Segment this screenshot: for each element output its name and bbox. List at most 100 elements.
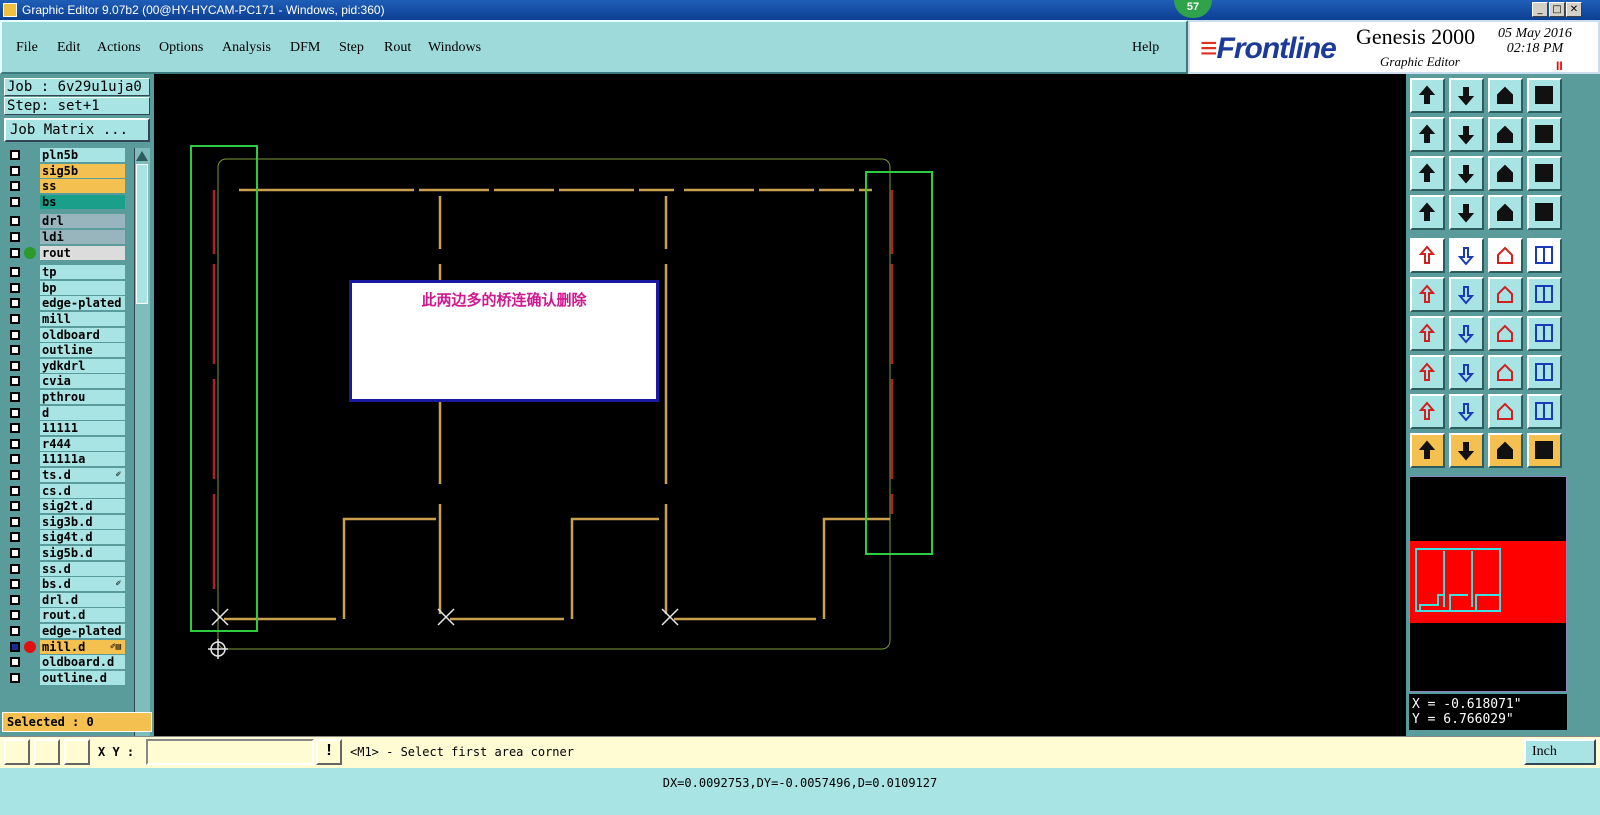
close-button[interactable]: ✕ (1566, 2, 1582, 17)
layer-name[interactable]: mill (40, 312, 125, 326)
menu-dfm[interactable]: DFM (290, 40, 320, 56)
layer-checkbox[interactable] (10, 282, 20, 293)
layer-toggle-icon[interactable] (1527, 195, 1562, 230)
scale-icon[interactable] (1488, 156, 1523, 191)
layer-name[interactable]: d (40, 405, 125, 420)
layer-row[interactable]: drl (4, 214, 128, 229)
layer-name[interactable]: edge-plated (40, 624, 125, 638)
layer-scrollbar[interactable] (134, 148, 150, 778)
menu-file[interactable]: File (16, 40, 38, 56)
grid-icon[interactable] (1449, 195, 1484, 230)
copy-icon[interactable] (1410, 355, 1445, 390)
layer-checkbox[interactable] (10, 360, 20, 371)
cross-icon[interactable] (1449, 277, 1484, 312)
pause-icon[interactable]: II (1556, 59, 1563, 73)
layer-row[interactable]: cvia (4, 374, 128, 389)
arc-icon[interactable] (1410, 394, 1445, 429)
home-icon[interactable] (1488, 78, 1523, 113)
layer-row[interactable]: ss.d (4, 561, 128, 576)
layer-name[interactable]: ts.d ✐ (40, 468, 125, 482)
layer-name[interactable]: bs.d ✐ (40, 577, 125, 592)
help-icon[interactable] (1527, 156, 1562, 191)
layer-name[interactable]: rout.d (40, 608, 125, 623)
layer-row[interactable]: pthrou (4, 390, 128, 404)
add-pad-icon[interactable] (1410, 238, 1445, 273)
fit-icon[interactable] (1410, 156, 1445, 191)
layer-row[interactable]: drl.d (4, 592, 128, 607)
layer-name[interactable]: sig5b.d (40, 546, 125, 560)
layer-checkbox[interactable] (10, 454, 20, 465)
select-path-icon[interactable] (1527, 433, 1562, 468)
layer-name[interactable]: outline.d (40, 670, 125, 685)
layer-checkbox[interactable] (10, 247, 20, 258)
layer-checkbox[interactable] (10, 298, 20, 309)
layer-name[interactable]: pln5b (40, 148, 125, 162)
layer-row[interactable]: oldboard (4, 327, 128, 342)
layer-checkbox[interactable] (10, 407, 20, 418)
group-icon[interactable] (1527, 355, 1562, 390)
layer-name[interactable]: 11111 (40, 421, 125, 436)
snap-icon[interactable] (4, 739, 30, 765)
layer-checkbox[interactable] (10, 314, 20, 324)
layer-name[interactable]: edge-plated (40, 296, 125, 311)
layer-name[interactable]: ydkdrl (40, 358, 125, 373)
layer-row[interactable]: sig5b.d (4, 546, 128, 560)
layer-row[interactable]: bs.d ✐ (4, 577, 128, 592)
layer-row[interactable]: r444 (4, 436, 128, 451)
layer-checkbox[interactable] (10, 216, 20, 227)
menu-rout[interactable]: Rout (384, 40, 411, 56)
layer-checkbox[interactable] (10, 579, 20, 590)
layer-name[interactable]: ss (40, 179, 125, 194)
layer-row[interactable]: sig5b (4, 163, 128, 178)
layer-checkbox[interactable] (10, 610, 20, 621)
layer-row[interactable]: rout.d (4, 608, 128, 623)
select-area-icon[interactable] (1449, 433, 1484, 468)
layer-row[interactable]: edge-plated (4, 624, 128, 638)
layer-checkbox[interactable] (10, 181, 20, 192)
line-split-icon[interactable] (1449, 316, 1484, 351)
layer-checkbox[interactable] (10, 548, 20, 558)
layer-row[interactable]: sig2t.d (4, 499, 128, 514)
line-edit-icon[interactable] (1410, 316, 1445, 351)
maximize-button[interactable]: □ (1549, 2, 1565, 17)
layer-row[interactable]: ss (4, 179, 128, 194)
layer-name[interactable]: ss.d (40, 561, 125, 576)
layer-name[interactable]: sig3b.d (40, 514, 125, 529)
layer-row[interactable]: mill (4, 312, 128, 326)
layer-checkbox[interactable] (10, 641, 20, 652)
layer-name[interactable]: drl.d (40, 592, 125, 607)
menu-analysis[interactable]: Analysis (222, 40, 271, 56)
layer-name[interactable]: sig5b (40, 163, 125, 178)
move-up-icon[interactable] (1410, 78, 1445, 113)
layer-checkbox[interactable] (10, 672, 20, 683)
grid-snap-icon[interactable] (64, 739, 90, 765)
feature-add-icon[interactable] (1488, 277, 1523, 312)
measure-icon[interactable] (1410, 195, 1445, 230)
angle-icon[interactable] (34, 739, 60, 765)
connect-icon[interactable] (1410, 277, 1445, 312)
layer-checkbox[interactable] (10, 376, 20, 387)
unit-select[interactable]: Inch (1524, 739, 1596, 765)
layer-row[interactable]: d (4, 405, 128, 420)
layer-name[interactable]: rout (40, 245, 125, 260)
layer-row[interactable]: 11111a (4, 452, 128, 467)
layer-row[interactable]: outline (4, 343, 128, 358)
zoom-fit-icon[interactable] (1449, 156, 1484, 191)
graphic-canvas[interactable]: 此两边多的桥连确认删除 (154, 74, 1406, 736)
layer-checkbox[interactable] (10, 485, 20, 496)
add-circle-icon[interactable] (1527, 238, 1562, 273)
layer-row[interactable]: mill.d ✐▤ (4, 639, 128, 654)
layer-row[interactable]: pln5b (4, 148, 128, 162)
redraw-icon[interactable] (1527, 117, 1562, 152)
arc-ccw-icon[interactable] (1527, 394, 1562, 429)
layer-row[interactable]: sig4t.d (4, 530, 128, 545)
layer-row[interactable]: bp (4, 280, 128, 295)
layer-row[interactable]: cs.d (4, 483, 128, 498)
layer-row[interactable]: 11111 (4, 421, 128, 436)
layer-checkbox[interactable] (10, 626, 20, 636)
layer-row[interactable]: outline.d (4, 670, 128, 685)
resize-icon[interactable] (1488, 355, 1523, 390)
undo-icon[interactable] (1488, 117, 1523, 152)
minimize-button[interactable]: _ (1532, 2, 1548, 17)
layer-checkbox[interactable] (10, 594, 20, 605)
